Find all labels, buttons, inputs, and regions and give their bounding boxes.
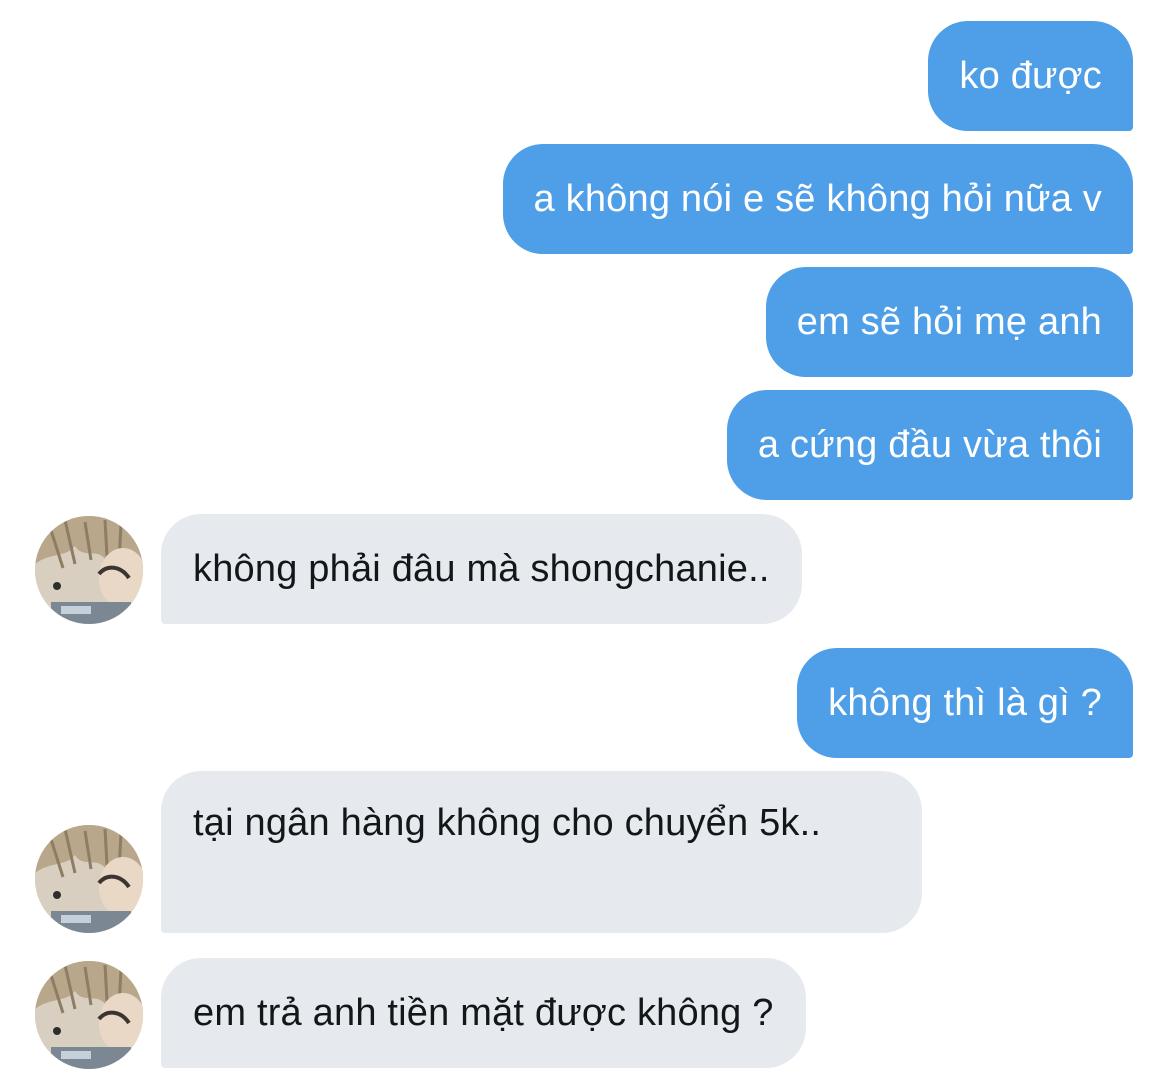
- received-message[interactable]: tại ngân hàng không cho chuyển 5k..: [161, 771, 922, 933]
- sent-message[interactable]: em sẽ hỏi mẹ anh: [765, 267, 1133, 377]
- sent-message[interactable]: không thì là gì ?: [797, 648, 1133, 758]
- avatar[interactable]: [35, 516, 143, 624]
- avatar[interactable]: [35, 961, 143, 1069]
- sent-message[interactable]: a không nói e sẽ không hỏi nữa v: [502, 144, 1133, 254]
- sent-message[interactable]: a cứng đầu vừa thôi: [726, 390, 1133, 500]
- received-message[interactable]: em trả anh tiền mặt được không ?: [161, 958, 806, 1068]
- avatar[interactable]: [35, 825, 143, 933]
- sent-message[interactable]: ko được: [928, 21, 1133, 131]
- received-message[interactable]: không phải đâu mà shongchanie..: [161, 514, 802, 624]
